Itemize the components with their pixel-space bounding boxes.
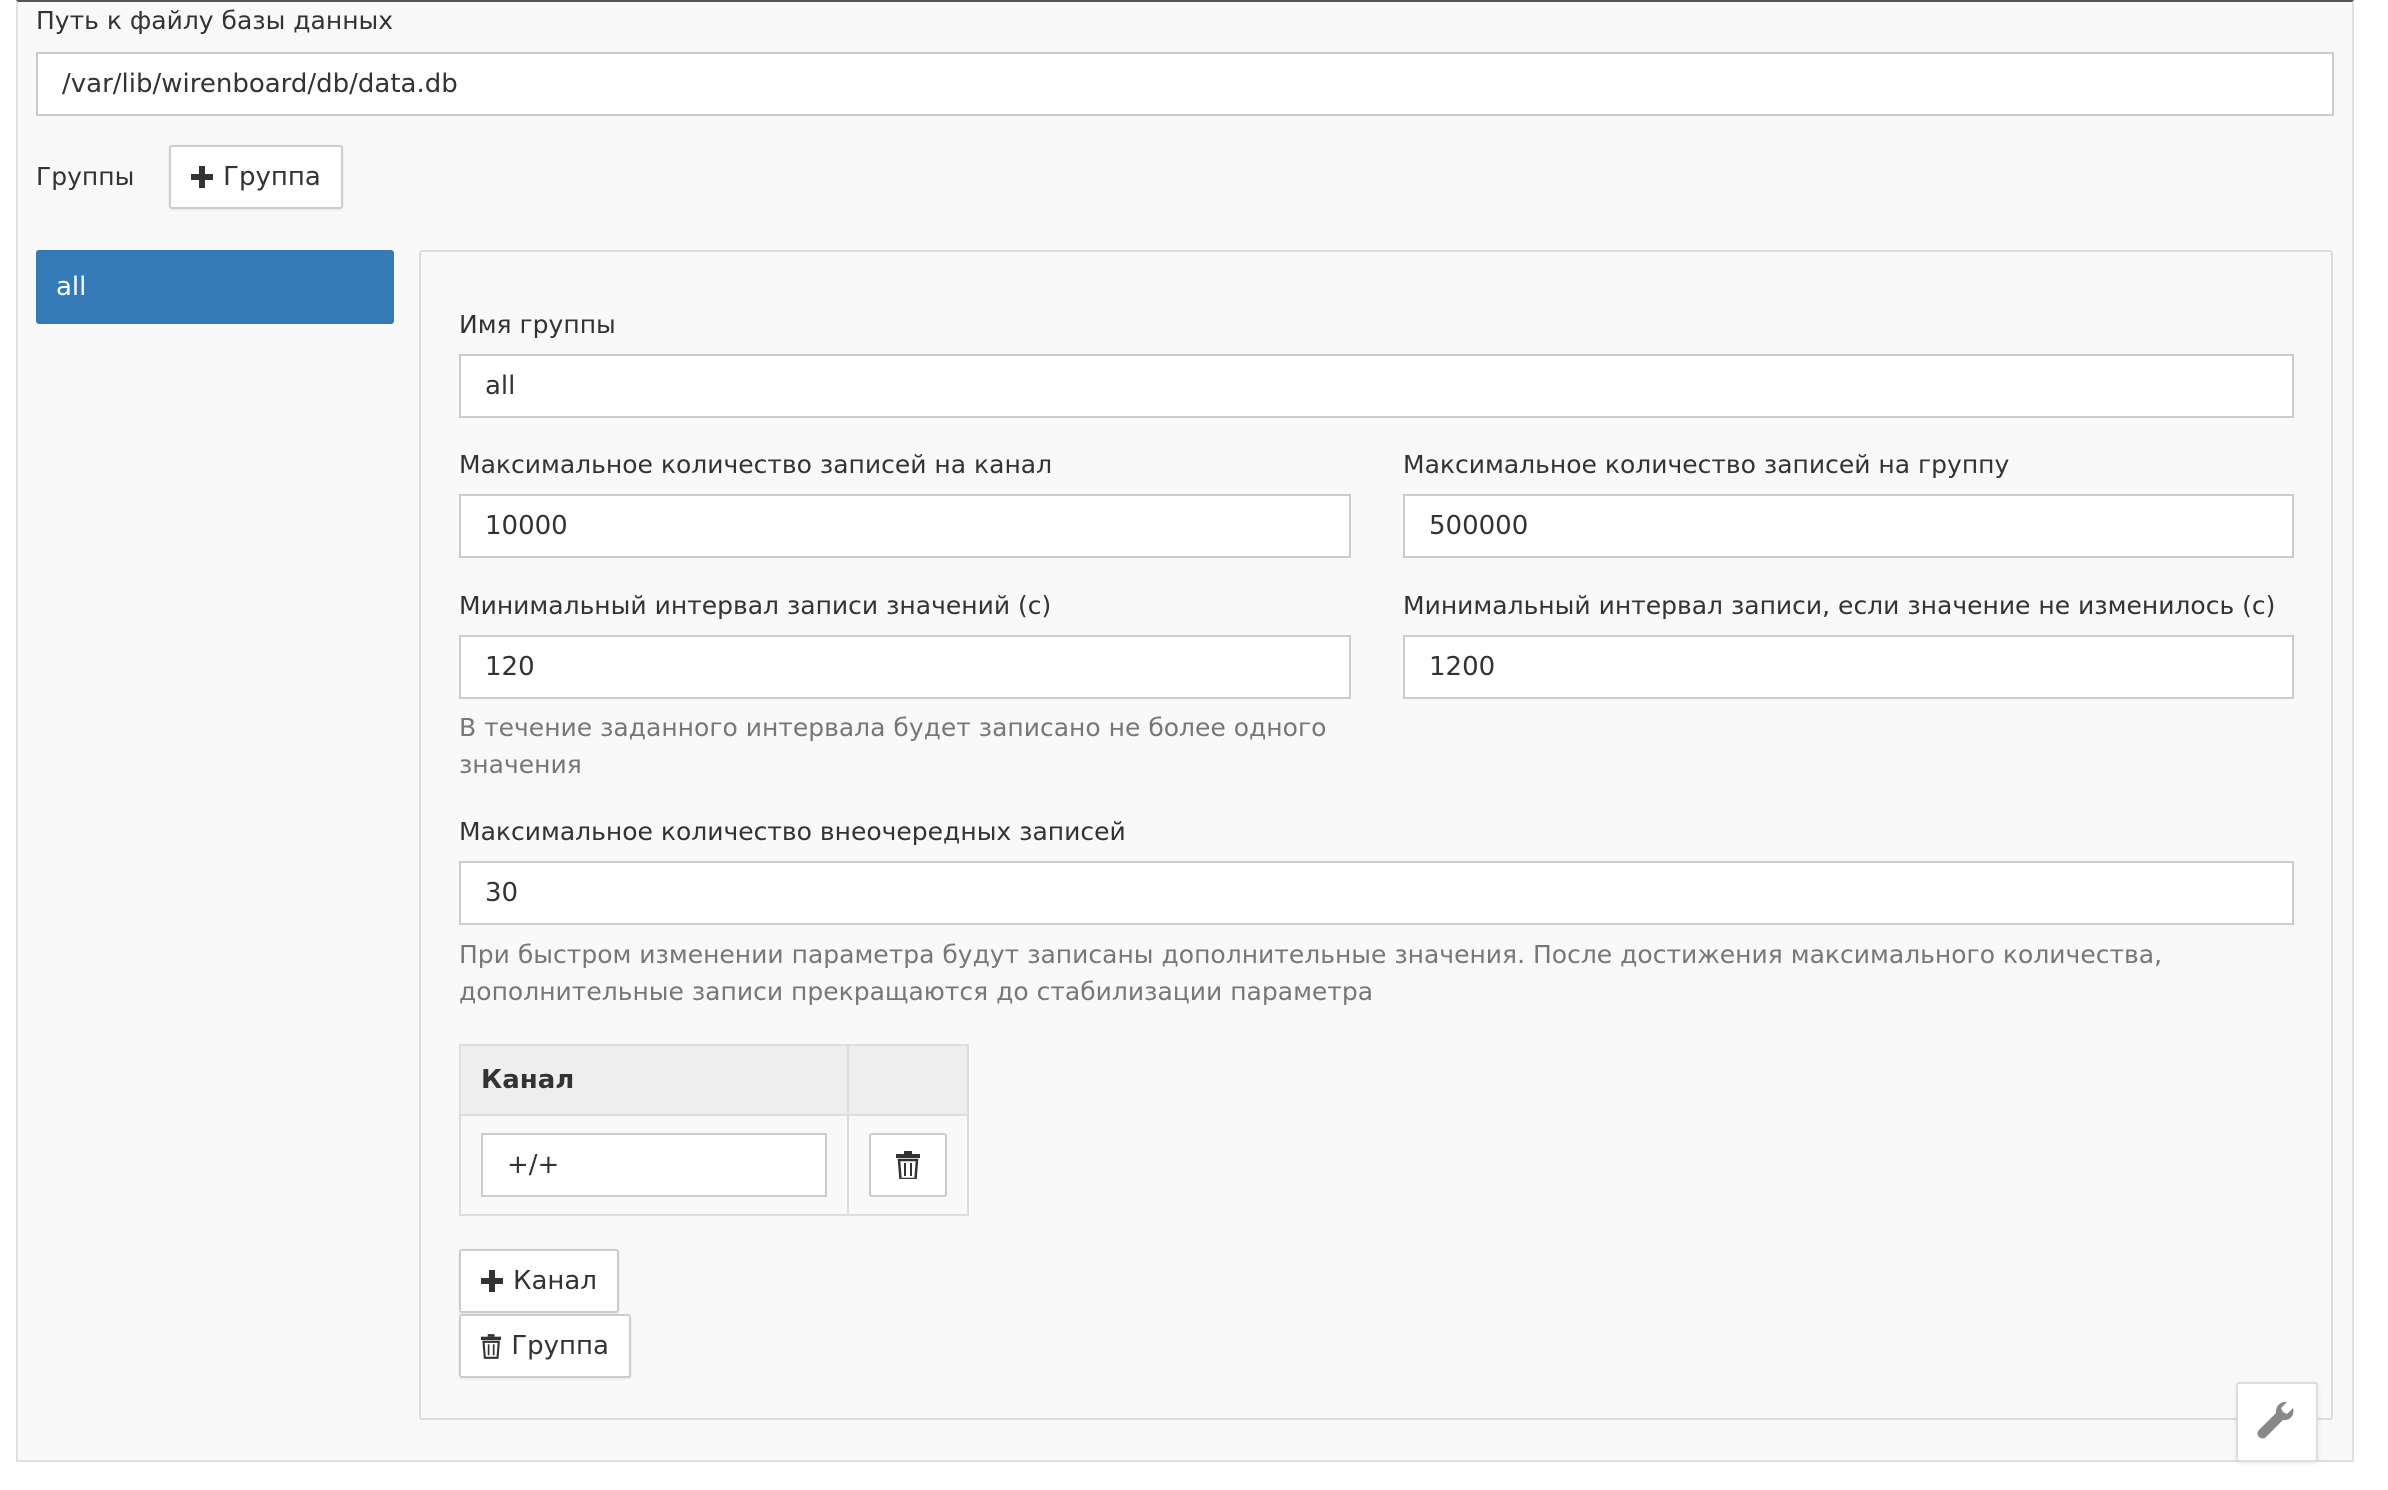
- min-interval-unchanged-label: Минимальный интервал записи, если значен…: [1403, 591, 2276, 620]
- max-per-group-label: Максимальное количество записей на групп…: [1403, 450, 2010, 479]
- group-tab-label: all: [56, 272, 87, 302]
- plus-icon: [191, 166, 214, 188]
- trash-icon: [896, 1151, 920, 1179]
- group-tab-all[interactable]: all: [36, 250, 394, 324]
- delete-channel-button[interactable]: [869, 1133, 947, 1197]
- wrench-icon: [2257, 1402, 2294, 1439]
- page: Путь к файлу базы данных Группы Группа a…: [0, 0, 2388, 1490]
- actions-column-header: [847, 1044, 969, 1116]
- db-path-label: Путь к файлу базы данных: [36, 6, 394, 35]
- groups-label: Группы: [36, 162, 135, 191]
- max-per-group-input[interactable]: [1403, 494, 2294, 558]
- min-interval-label: Минимальный интервал записи значений (с): [459, 591, 1052, 620]
- group-name-label: Имя группы: [459, 310, 616, 339]
- max-unordered-label: Максимальное количество внеочередных зап…: [459, 817, 1126, 846]
- table-row: [459, 1114, 969, 1216]
- add-channel-button[interactable]: Канал: [459, 1249, 619, 1313]
- channels-table: Канал: [459, 1044, 969, 1216]
- min-interval-unchanged-input[interactable]: [1403, 635, 2294, 699]
- plus-icon: [481, 1270, 504, 1292]
- add-group-label: Группа: [223, 162, 321, 192]
- settings-button[interactable]: [2236, 1382, 2318, 1462]
- add-channel-label: Канал: [513, 1266, 597, 1296]
- delete-group-button[interactable]: Группа: [459, 1314, 631, 1378]
- delete-group-label: Группа: [511, 1331, 609, 1361]
- max-per-channel-label: Максимальное количество записей на канал: [459, 450, 1053, 479]
- channel-column-header: Канал: [459, 1044, 849, 1116]
- min-interval-help: В течение заданного интервала будет запи…: [459, 713, 1327, 779]
- channel-actions-cell: [847, 1114, 969, 1216]
- max-per-channel-input[interactable]: [459, 494, 1351, 558]
- channel-cell: [459, 1114, 849, 1216]
- db-path-input[interactable]: [36, 52, 2334, 116]
- trash-icon: [481, 1334, 502, 1359]
- max-unordered-help: При быстром изменении параметра будут за…: [459, 940, 2163, 1006]
- min-interval-input[interactable]: [459, 635, 1351, 699]
- max-unordered-input[interactable]: [459, 861, 2294, 925]
- group-name-input[interactable]: [459, 354, 2294, 418]
- channel-input[interactable]: [481, 1133, 827, 1197]
- channels-table-header: Канал: [459, 1044, 969, 1116]
- add-group-button[interactable]: Группа: [169, 145, 343, 209]
